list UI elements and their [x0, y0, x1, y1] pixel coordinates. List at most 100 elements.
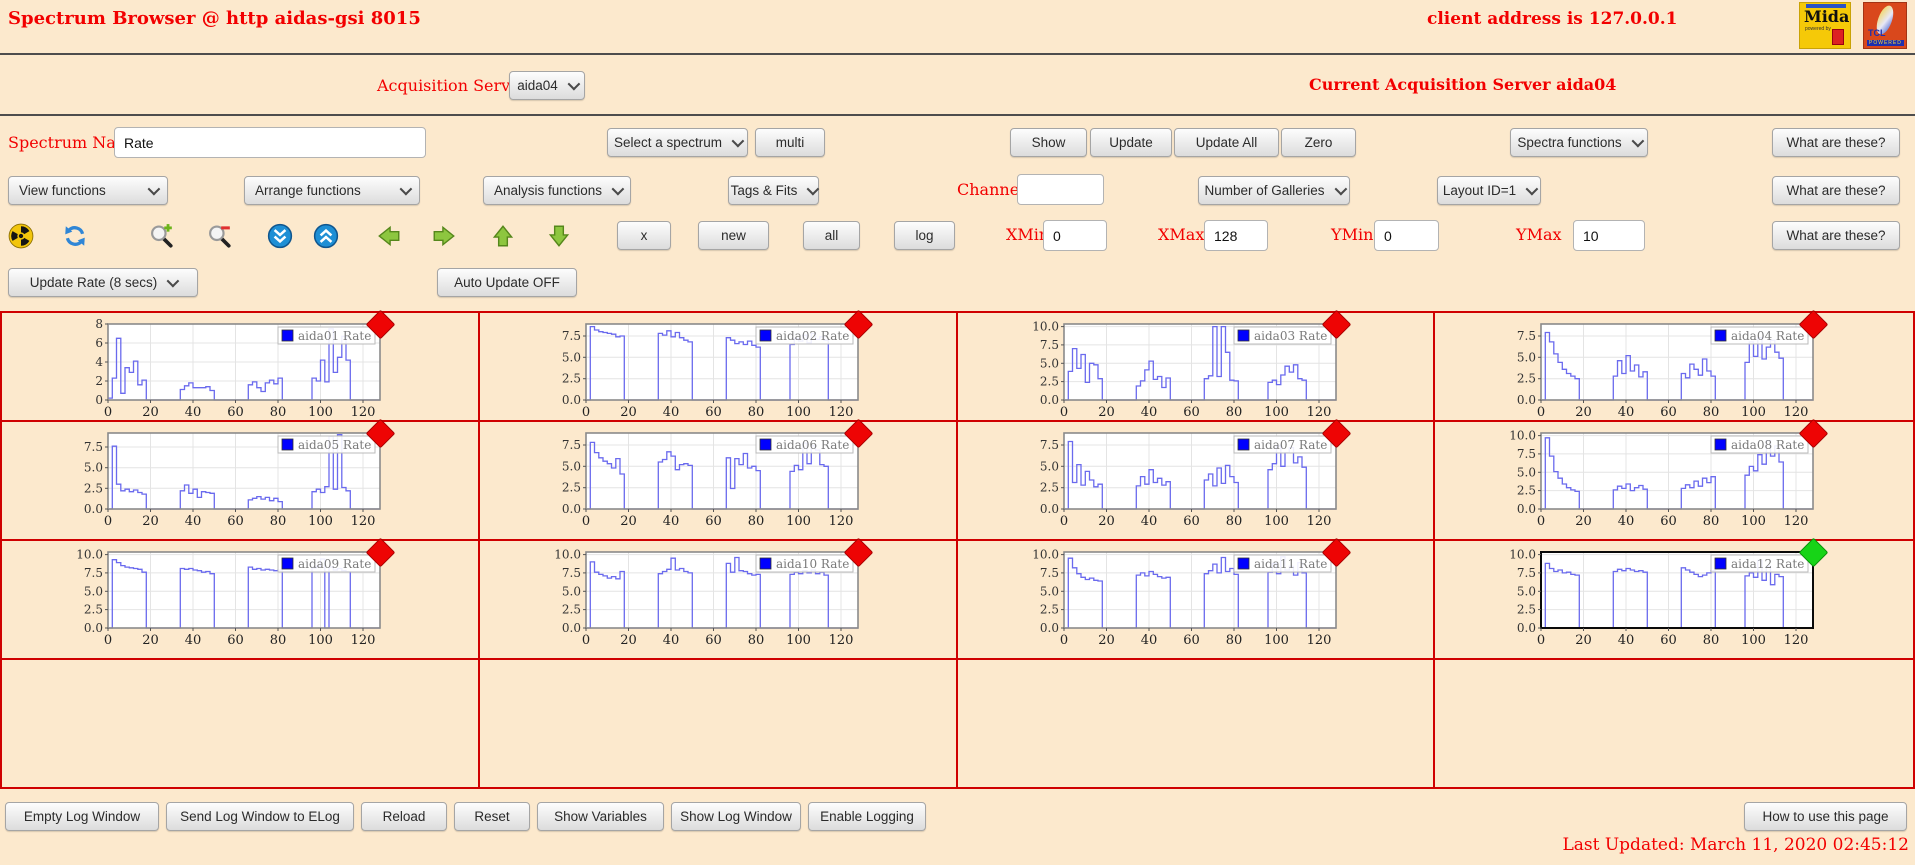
svg-text:80: 80	[1225, 405, 1242, 420]
spectrum-chart-aida11: 0.0 2.5 5.0 7.5 10.0 0 20 40 60 80 100 120 aida11 Ra…	[1028, 537, 1351, 650]
svg-text:60: 60	[1183, 514, 1200, 529]
empty-gallery-cell	[958, 660, 1436, 787]
gallery-cell-aida09[interactable]: 0.0 2.5 5.0 7.5 10.0 0 20 40 60 80 100 120 aida09 Ra…	[2, 537, 480, 660]
svg-text:aida07 Rate: aida07 Rate	[1254, 438, 1327, 452]
svg-text:7.5: 7.5	[562, 329, 581, 343]
svg-text:0: 0	[582, 514, 590, 529]
x-button[interactable]: x	[617, 221, 671, 250]
spectrum-chart-aida01: 0 2 4 6 8 0 20 40 60 80 100 120 aida01 Rate	[72, 309, 396, 422]
zoom-in-icon[interactable]	[148, 223, 174, 249]
ymax-input[interactable]	[1573, 220, 1645, 251]
acquisition-server-select[interactable]: aida04	[509, 71, 585, 100]
xmax-label: XMax	[1158, 225, 1205, 244]
arrow-down-icon[interactable]	[546, 223, 572, 249]
midas-logo[interactable]: Midas powered by	[1799, 2, 1851, 49]
arrange-functions-dropdown[interactable]: Arrange functions	[244, 176, 420, 205]
multi-button[interactable]: multi	[755, 128, 825, 157]
reset-button[interactable]: Reset	[454, 802, 530, 831]
svg-text:40: 40	[1618, 633, 1635, 648]
gallery-cell-aida08[interactable]: 0.0 2.5 5.0 7.5 10.0 0 20 40 60 80 100 120 aida08 Ra…	[1435, 418, 1913, 541]
svg-text:2.5: 2.5	[1517, 484, 1536, 498]
svg-text:120: 120	[351, 514, 376, 529]
svg-text:20: 20	[142, 633, 159, 648]
update-button[interactable]: Update	[1090, 128, 1172, 157]
show-button[interactable]: Show	[1010, 128, 1087, 157]
update-rate-label: Update Rate (8 secs)	[29, 275, 158, 290]
show-log-window-button[interactable]: Show Log Window	[671, 802, 801, 831]
double-arrow-down-icon[interactable]	[267, 223, 293, 249]
svg-text:0: 0	[582, 405, 590, 420]
new-button[interactable]: new	[698, 221, 769, 250]
svg-text:100: 100	[1264, 514, 1289, 529]
gallery-cell-aida07[interactable]: 0.0 2.5 5.0 7.5 0 20 40 60 80 100 120 aida07 Rate	[957, 418, 1436, 541]
svg-text:2.5: 2.5	[562, 481, 581, 495]
enable-logging-button[interactable]: Enable Logging	[808, 802, 926, 831]
how-to-use-button[interactable]: How to use this page	[1744, 802, 1907, 831]
gallery-cell-aida02[interactable]: 0.0 2.5 5.0 7.5 0 20 40 60 80 100 120 aida02 Rate	[479, 309, 958, 422]
gallery-cell-aida05[interactable]: 0.0 2.5 5.0 7.5 0 20 40 60 80 100 120 aida05 Rate	[2, 418, 480, 541]
gallery-cell-aida04[interactable]: 0.0 2.5 5.0 7.5 0 20 40 60 80 100 120 aida04 Rate	[1435, 309, 1913, 422]
log-button[interactable]: log	[894, 221, 955, 250]
spectra-functions-dropdown[interactable]: Spectra functions	[1510, 128, 1648, 157]
svg-text:7.5: 7.5	[1039, 566, 1058, 580]
svg-text:0.0: 0.0	[562, 621, 581, 635]
auto-update-button[interactable]: Auto Update OFF	[437, 268, 577, 297]
status-row: Last Updated: March 11, 2020 02:45:12	[0, 832, 1915, 859]
svg-text:100: 100	[786, 405, 811, 420]
refresh-icon[interactable]	[62, 223, 88, 249]
svg-text:40: 40	[185, 514, 202, 529]
send-log-window-to-elog-button[interactable]: Send Log Window to ELog	[166, 802, 354, 831]
gallery-cell-aida12[interactable]: 0.0 2.5 5.0 7.5 10.0 0 20 40 60 80 100 120 aida12 Ra…	[1435, 537, 1913, 660]
svg-text:100: 100	[786, 514, 811, 529]
layout-id-dropdown[interactable]: Layout ID=1	[1437, 176, 1541, 205]
radiation-icon[interactable]	[8, 223, 34, 249]
update-all-button[interactable]: Update All	[1174, 128, 1279, 157]
gallery-cell-aida10[interactable]: 0.0 2.5 5.0 7.5 10.0 0 20 40 60 80 100 120 aida10 Ra…	[479, 537, 958, 660]
update-rate-dropdown[interactable]: Update Rate (8 secs)	[8, 268, 198, 297]
svg-text:7.5: 7.5	[562, 438, 581, 452]
ymin-input[interactable]	[1374, 220, 1439, 251]
xmin-input[interactable]	[1043, 220, 1107, 251]
spectrum-name-input[interactable]	[114, 127, 426, 158]
svg-text:20: 20	[1098, 405, 1115, 420]
gallery-cell-aida11[interactable]: 0.0 2.5 5.0 7.5 10.0 0 20 40 60 80 100 120 aida11 Ra…	[957, 537, 1436, 660]
svg-text:2.5: 2.5	[1517, 603, 1536, 617]
view-functions-dropdown[interactable]: View functions	[8, 176, 168, 205]
select-spectrum-dropdown[interactable]: Select a spectrum	[607, 128, 748, 157]
svg-text:100: 100	[308, 514, 333, 529]
number-of-galleries-dropdown[interactable]: Number of Galleries	[1198, 176, 1350, 205]
layout-id-label: Layout ID=1	[1442, 183, 1517, 198]
gallery-cell-aida03[interactable]: 0.0 2.5 5.0 7.5 10.0 0 20 40 60 80 100 120 aida03 Ra…	[957, 309, 1436, 422]
what-are-these-button-1[interactable]: What are these?	[1772, 128, 1900, 157]
gallery-cell-aida01[interactable]: 0 2 4 6 8 0 20 40 60 80 100 120 aida01 Rate	[2, 309, 480, 422]
spectrum-chart-aida03: 0.0 2.5 5.0 7.5 10.0 0 20 40 60 80 100 120 aida03 Ra…	[1028, 309, 1351, 422]
svg-text:0: 0	[104, 633, 112, 648]
analysis-functions-dropdown[interactable]: Analysis functions	[483, 176, 631, 205]
what-are-these-button-3[interactable]: What are these?	[1772, 221, 1900, 250]
tags-fits-dropdown[interactable]: Tags & Fits	[728, 176, 820, 205]
svg-text:0.0: 0.0	[1039, 393, 1058, 407]
arrow-up-icon[interactable]	[490, 223, 516, 249]
reload-button[interactable]: Reload	[361, 802, 447, 831]
zero-button[interactable]: Zero	[1281, 128, 1356, 157]
all-button[interactable]: all	[803, 221, 860, 250]
svg-text:10.0: 10.0	[554, 548, 581, 562]
empty-log-window-button[interactable]: Empty Log Window	[5, 802, 159, 831]
svg-text:7.5: 7.5	[1517, 447, 1536, 461]
svg-text:4: 4	[95, 355, 103, 369]
what-are-these-button-2[interactable]: What are these?	[1772, 176, 1900, 205]
arrow-right-icon[interactable]	[431, 223, 457, 249]
arrow-left-icon[interactable]	[376, 223, 402, 249]
tcl-powered-logo[interactable]: TCL POWERED	[1863, 2, 1907, 49]
gallery-cell-aida06[interactable]: 0.0 2.5 5.0 7.5 0 20 40 60 80 100 120 aida06 Rate	[479, 418, 958, 541]
channel-input[interactable]	[1017, 174, 1104, 205]
show-variables-button[interactable]: Show Variables	[537, 802, 664, 831]
zoom-out-icon[interactable]	[206, 223, 232, 249]
svg-text:aida09 Rate: aida09 Rate	[298, 557, 371, 571]
double-arrow-up-icon[interactable]	[313, 223, 339, 249]
svg-text:0.0: 0.0	[1517, 502, 1536, 516]
xmax-input[interactable]	[1204, 220, 1268, 251]
tags-fits-label: Tags & Fits	[730, 183, 798, 198]
svg-text:20: 20	[620, 633, 637, 648]
current-acquisition-server-text: Current Acquisition Server aida04	[1309, 75, 1617, 94]
